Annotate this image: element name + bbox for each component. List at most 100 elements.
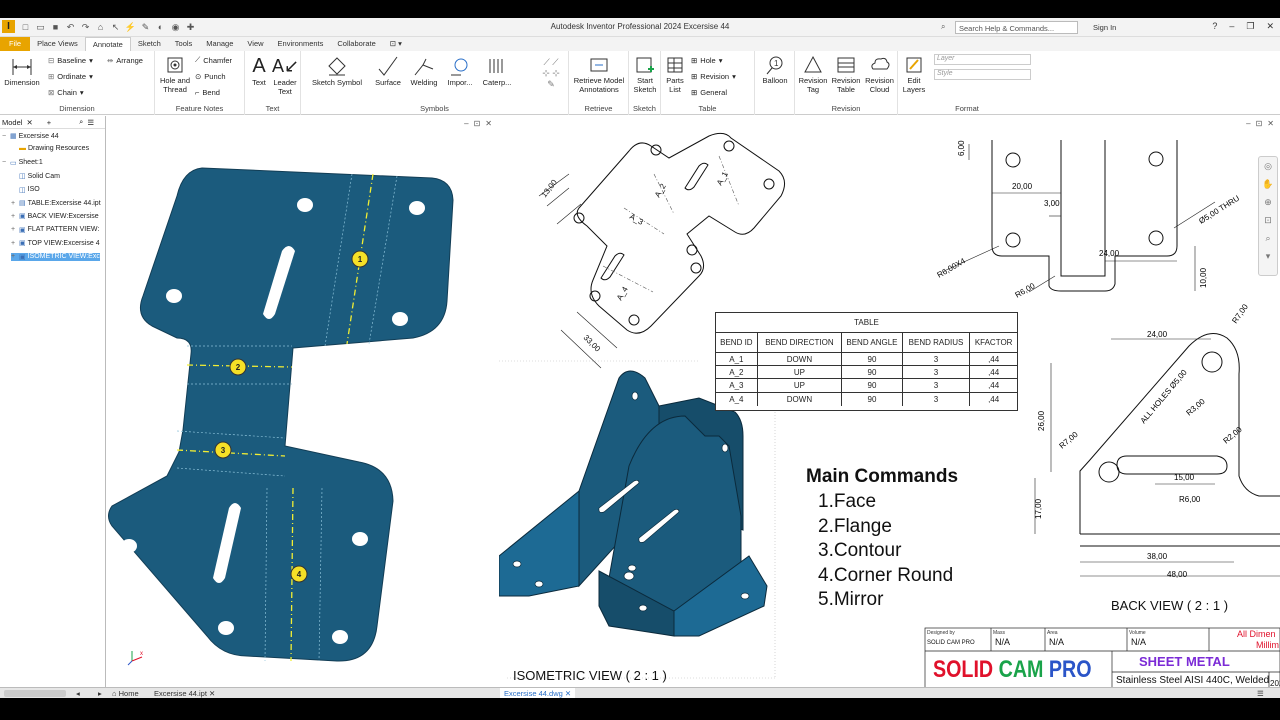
search-input[interactable]: Search Help & Commands... [955, 21, 1078, 34]
baseline-button[interactable]: ⊟ Baseline ▾ [48, 54, 93, 66]
tree-item-6[interactable]: + ▣ BACK VIEW:Excersise [11, 212, 99, 221]
close-icon[interactable]: ✕ [1266, 21, 1274, 32]
revision-tag-button[interactable]: Revision Tag [797, 55, 829, 94]
revision-table-button[interactable]: Revision Table [830, 55, 862, 94]
welding-button[interactable]: Welding [407, 55, 441, 87]
sign-in-link[interactable]: Sign In [1093, 23, 1116, 32]
back-view-top[interactable] [991, 140, 1178, 292]
measure-icon[interactable]: ✎ [140, 22, 151, 33]
tree-item-2[interactable]: − ▭ Sheet:1 [2, 159, 43, 167]
leader-text-button[interactable]: A↙ Leader Text [272, 55, 299, 96]
color-override-icon[interactable]: ✚ [185, 22, 196, 33]
chamfer-button[interactable]: ⟋ Chamfer [195, 54, 232, 66]
inventor-logo[interactable]: I [2, 20, 15, 33]
update-icon[interactable]: ⚡ [125, 22, 136, 33]
tree-item-3[interactable]: ◫ Solid Cam [11, 172, 60, 181]
tab-file[interactable]: File [0, 37, 31, 51]
expand-toggle-icon[interactable]: + [11, 240, 17, 247]
back-view[interactable] [1079, 333, 1280, 547]
expand-toggle-icon[interactable]: − [2, 159, 8, 166]
bend-marker-4[interactable]: 4 [290, 565, 308, 583]
restore-icon[interactable]: ❐ [1246, 21, 1254, 32]
hole-table-button[interactable]: ⊞ Hole ▾ [691, 54, 723, 66]
layer-dropdown[interactable]: Layer [934, 54, 1031, 65]
doc-tab-ipt[interactable]: Excersise 44.ipt ✕ [150, 688, 219, 698]
appearance-icon[interactable]: ◐ [155, 22, 166, 33]
flat-pattern-viewport[interactable]: – ⊡ ✕ 1 2 3 4 x [107, 116, 498, 687]
save-icon[interactable]: ■ [50, 22, 61, 33]
tree-item-5[interactable]: + ▤ TABLE:Excersise 44.ipt [11, 199, 101, 208]
drawing-sheet-viewport[interactable]: – ⊡ ✕ 13,00 33,00 A_1 A_2 A_3 A_4 6,00 2… [499, 116, 1280, 687]
search-icon[interactable]: ⌕ [79, 117, 83, 127]
minimize-icon[interactable]: – [1229, 21, 1234, 32]
tree-item-7[interactable]: + ▣ FLAT PATTERN VIEW: [11, 226, 99, 234]
select-icon[interactable]: ↖ [110, 22, 121, 33]
top-view[interactable] [573, 132, 785, 334]
close-icon[interactable]: ✕ [26, 118, 32, 127]
caterpillar-button[interactable]: Caterp... [479, 55, 515, 87]
add-browser-icon[interactable]: + [47, 118, 51, 127]
nav-options-icon[interactable]: ▾ [1259, 247, 1277, 265]
import-button[interactable]: Impor... [443, 55, 477, 87]
browser-tab-model[interactable]: Model [2, 118, 22, 127]
edit-layers-button[interactable]: Edit Layers [900, 55, 928, 94]
doc-tab-home[interactable]: ⌂ Home [108, 688, 143, 698]
tab-tools[interactable]: Tools [168, 37, 200, 51]
scroll-left-icon[interactable]: ◂ [72, 688, 84, 698]
style-dropdown[interactable]: Style [934, 69, 1031, 80]
tab-environments[interactable]: Environments [271, 37, 331, 51]
balloon-button[interactable]: 1 Balloon [758, 55, 792, 85]
start-sketch-button[interactable]: Start Sketch [631, 55, 659, 94]
bend-button[interactable]: ⌐ Bend [195, 86, 220, 98]
punch-button[interactable]: ⊙ Punch [195, 70, 226, 82]
redo-icon[interactable]: ↷ [80, 22, 91, 33]
tree-item-0[interactable]: − ▦ Excersise 44 [2, 132, 59, 141]
general-table-button[interactable]: ⊞ General [691, 86, 727, 98]
expand-toggle-icon[interactable]: − [2, 133, 8, 140]
expand-toggle-icon[interactable]: + [11, 226, 17, 233]
bend-marker-1[interactable]: 1 [351, 250, 369, 268]
zoom-window-icon[interactable]: ⊡ [1259, 211, 1277, 229]
help-icon[interactable]: ? [1212, 21, 1217, 32]
home-icon[interactable]: ⌂ [95, 22, 106, 33]
retrieve-annotations-button[interactable]: Retrieve Model Annotations [571, 55, 627, 94]
hole-thread-button[interactable]: Hole and Thread [157, 55, 193, 94]
chain-button[interactable]: ⊠ Chain ▾ [48, 86, 84, 98]
tree-item-4[interactable]: ◫ ISO [11, 186, 40, 194]
close-icon[interactable]: ✕ [565, 689, 571, 698]
tree-item-8[interactable]: + ▣ TOP VIEW:Excersise 4 [11, 239, 100, 248]
menu-icon[interactable]: ☰ [87, 118, 94, 127]
tree-item-9[interactable]: + ▣ ISOMETRIC VIEW:Exc [11, 252, 100, 261]
ordinate-button[interactable]: ⊞ Ordinate ▾ [48, 70, 93, 82]
arrange-button[interactable]: ⇹ Arrange [107, 54, 143, 66]
sketch-symbol-button[interactable]: Sketch Symbol [307, 55, 367, 87]
text-button[interactable]: A Text [248, 55, 270, 87]
tab-list-icon[interactable]: ☰ [1253, 688, 1268, 698]
zoom-icon[interactable]: ⊕ [1259, 193, 1277, 211]
surface-button[interactable]: Surface [371, 55, 405, 87]
undo-icon[interactable]: ↶ [65, 22, 76, 33]
bend-marker-2[interactable]: 2 [229, 358, 247, 376]
symbols-extra-icons[interactable]: ⟋ ⟋ ⊹ ⊹ ✎ [537, 57, 565, 90]
expand-toggle-icon[interactable]: + [11, 213, 17, 220]
expand-toggle-icon[interactable]: + [11, 253, 17, 260]
material-icon[interactable]: ◉ [170, 22, 181, 33]
open-file-icon[interactable]: ▭ [35, 22, 46, 33]
tab-manage[interactable]: Manage [199, 37, 240, 51]
zoom-extents-icon[interactable]: ⌕ [1259, 229, 1277, 247]
revision-cloud-button[interactable]: Revision Cloud [863, 55, 896, 94]
scroll-right-icon[interactable]: ▸ [94, 688, 106, 698]
parts-list-button[interactable]: Parts List [663, 55, 687, 94]
tab-annotate[interactable]: Annotate [84, 37, 131, 51]
tab-view[interactable]: View [240, 37, 270, 51]
bend-table[interactable]: TABLE BEND ID BEND DIRECTION BEND ANGLE BEN… [715, 312, 1018, 411]
tree-item-1[interactable]: ▬ Drawing Resources [11, 145, 89, 152]
dimension-button[interactable]: Dimension [4, 55, 40, 87]
revision-table-small-button[interactable]: ⊞ Revision ▾ [691, 70, 736, 82]
close-icon[interactable]: ✕ [209, 689, 215, 698]
expand-toggle-icon[interactable]: + [11, 200, 17, 207]
bend-marker-3[interactable]: 3 [214, 441, 232, 459]
pan-icon[interactable]: ✋ [1259, 175, 1277, 193]
steering-wheel-icon[interactable]: ◎ [1259, 157, 1277, 175]
search-icon[interactable]: ⌕ [941, 22, 945, 32]
